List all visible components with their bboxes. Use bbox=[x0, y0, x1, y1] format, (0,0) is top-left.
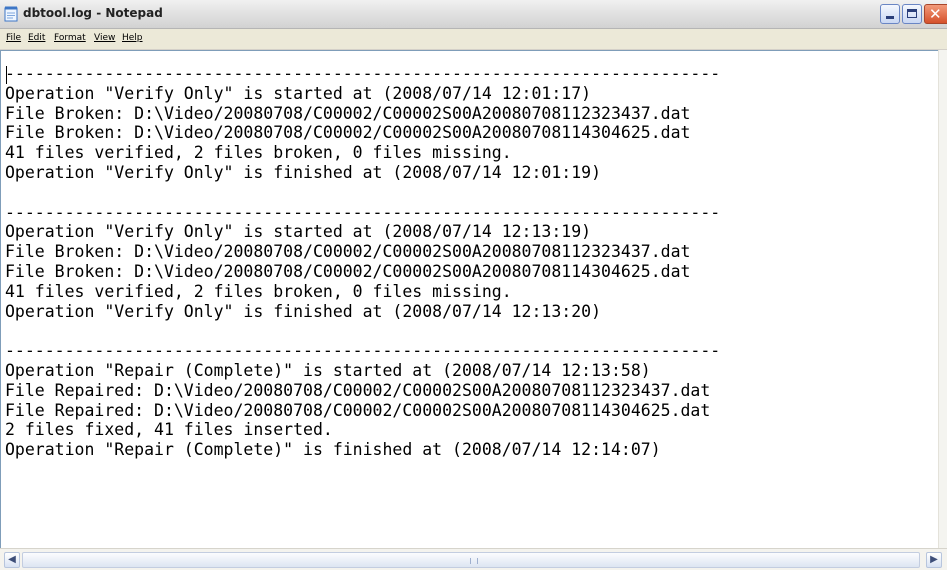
vertical-scrollbar[interactable] bbox=[938, 50, 947, 550]
window-title: dbtool.log - Notepad bbox=[23, 6, 163, 20]
text-caret bbox=[6, 66, 7, 84]
menu-bar: File Edit Format View Help bbox=[0, 29, 947, 50]
grip-icon bbox=[470, 558, 478, 564]
minimize-icon bbox=[886, 16, 894, 19]
menu-help[interactable]: Help bbox=[122, 33, 143, 43]
arrow-right-icon: ▶ bbox=[930, 554, 938, 565]
maximize-button[interactable] bbox=[902, 4, 922, 24]
log-text[interactable]: ----------------------------------------… bbox=[5, 64, 945, 554]
menu-file[interactable]: File bbox=[6, 33, 21, 43]
notepad-icon[interactable] bbox=[4, 6, 18, 22]
maximize-icon bbox=[907, 9, 917, 18]
scroll-right-button[interactable]: ▶ bbox=[926, 552, 942, 568]
scroll-left-button[interactable]: ◀ bbox=[4, 552, 20, 568]
menu-format[interactable]: Format bbox=[54, 33, 86, 43]
horizontal-scrollbar[interactable]: ◀ ▶ bbox=[0, 548, 947, 570]
menu-view[interactable]: View bbox=[94, 33, 115, 43]
close-icon: ✕ bbox=[929, 5, 942, 23]
notepad-window: dbtool.log - Notepad ✕ File Edit Format … bbox=[0, 0, 947, 570]
scrollbar-thumb[interactable] bbox=[22, 552, 920, 568]
title-bar[interactable]: dbtool.log - Notepad ✕ bbox=[0, 0, 947, 29]
minimize-button[interactable] bbox=[880, 4, 900, 24]
menu-edit[interactable]: Edit bbox=[28, 33, 45, 43]
close-button[interactable]: ✕ bbox=[924, 4, 947, 24]
arrow-left-icon: ◀ bbox=[8, 554, 16, 565]
editor-area[interactable]: ----------------------------------------… bbox=[0, 50, 947, 570]
